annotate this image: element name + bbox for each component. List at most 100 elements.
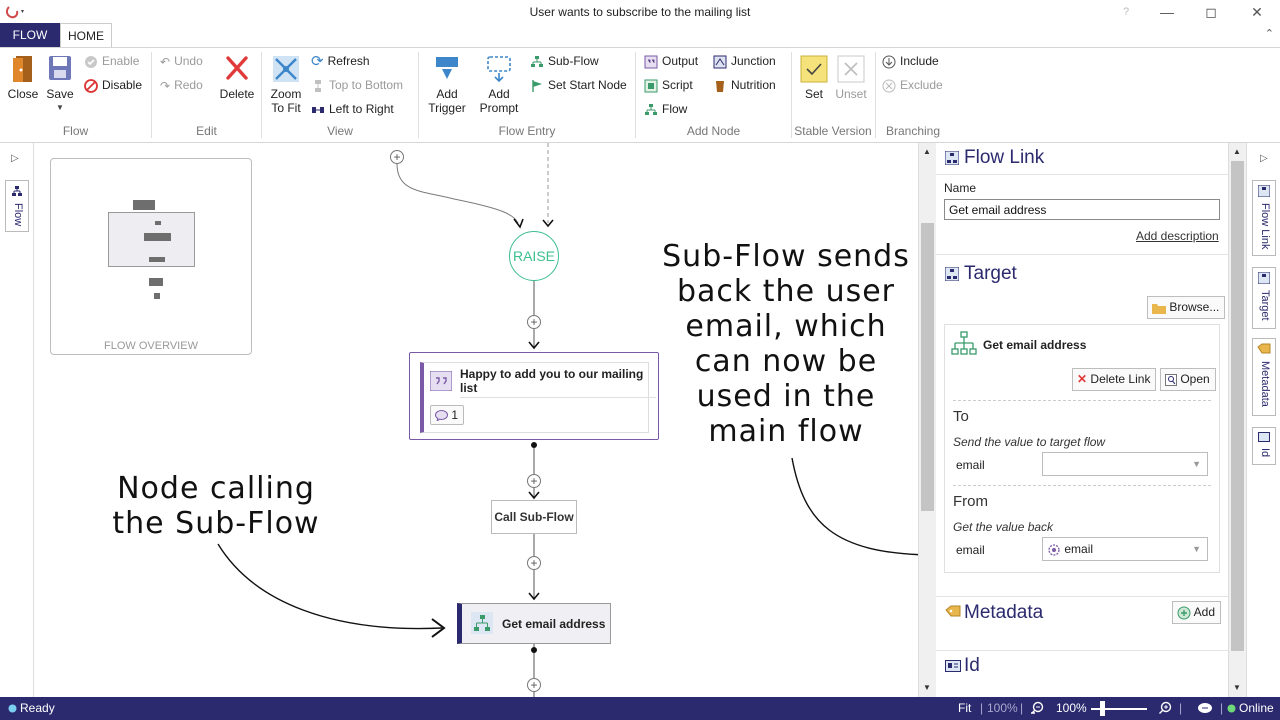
- nutrition-button[interactable]: Nutrition: [713, 76, 776, 94]
- flow-node-button[interactable]: Flow: [644, 100, 687, 118]
- scroll-thumb[interactable]: [921, 223, 934, 511]
- output-button[interactable]: Output: [644, 52, 698, 70]
- minimize-button[interactable]: —: [1158, 3, 1176, 21]
- save-label: Save: [46, 87, 74, 101]
- fit-button[interactable]: Fit: [958, 701, 971, 715]
- canvas-scrollbar[interactable]: ▲ ▼: [918, 143, 936, 697]
- to-hint: Send the value to target flow: [953, 435, 1106, 449]
- add-node-plus-icon[interactable]: +: [527, 556, 541, 570]
- delete-button[interactable]: Delete: [216, 54, 258, 101]
- right-tab-id-label: Id: [1259, 448, 1271, 458]
- browse-label: Browse...: [1169, 300, 1220, 314]
- prompt-node[interactable]: Happy to add you to our mailing list 1: [409, 352, 659, 440]
- left-tab-flow-label: Flow: [12, 203, 24, 227]
- scroll-up-icon[interactable]: ▲: [1233, 147, 1241, 156]
- tab-flow[interactable]: FLOW: [0, 23, 60, 47]
- scroll-down-icon[interactable]: ▼: [923, 683, 931, 692]
- zoom-fit-icon: [273, 56, 299, 82]
- status-ready: Ready: [20, 701, 55, 715]
- left-to-right-button[interactable]: Left to Right: [311, 100, 394, 118]
- junction-icon: [713, 55, 727, 69]
- right-tab-flow-link-label: Flow Link: [1259, 203, 1271, 250]
- add-node-plus-icon[interactable]: +: [527, 678, 541, 692]
- refresh-button[interactable]: ⟳ Refresh: [311, 52, 370, 70]
- from-value-select[interactable]: email ▼: [1042, 537, 1208, 561]
- browse-button[interactable]: Browse...: [1147, 296, 1226, 319]
- stable-version-group-label: Stable Version: [794, 124, 872, 138]
- tab-home[interactable]: HOME: [60, 23, 112, 47]
- zoom-slider-thumb[interactable]: [1100, 701, 1105, 716]
- online-dot-icon: [1227, 704, 1236, 713]
- chat-icon[interactable]: [1197, 702, 1213, 714]
- right-tab-target[interactable]: Target: [1252, 267, 1276, 329]
- enable-button[interactable]: Enable: [84, 52, 139, 70]
- expand-left-icon[interactable]: ▷: [11, 153, 19, 164]
- sub-flow-button[interactable]: Sub-Flow: [530, 52, 599, 70]
- delete-label: Delete: [219, 87, 255, 101]
- save-button[interactable]: Save ▼: [44, 54, 76, 115]
- add-prompt-button[interactable]: Add Prompt: [476, 54, 522, 115]
- close-window-button[interactable]: ✕: [1248, 3, 1266, 21]
- to-value-select[interactable]: ▼: [1042, 452, 1208, 476]
- save-dropdown-icon[interactable]: ▼: [44, 101, 76, 115]
- add-metadata-button[interactable]: Add: [1172, 601, 1222, 624]
- right-tab-metadata[interactable]: Metadata: [1252, 338, 1276, 416]
- scroll-down-icon[interactable]: ▼: [1233, 683, 1241, 692]
- add-trigger-button[interactable]: Add Trigger: [426, 54, 468, 115]
- from-field-label: email: [956, 543, 985, 557]
- flow-link-tab-icon: [1258, 185, 1270, 197]
- set-start-node-button[interactable]: Set Start Node: [530, 76, 627, 94]
- help-icon[interactable]: ?: [1117, 3, 1135, 21]
- open-button[interactable]: Open: [1160, 368, 1216, 391]
- card-divider: [953, 485, 1211, 486]
- zoom-to-fit-button[interactable]: Zoom To Fit: [266, 54, 306, 115]
- zoom-in-icon[interactable]: [1158, 701, 1172, 715]
- call-subflow-node[interactable]: Call Sub-Flow: [491, 500, 577, 534]
- open-label: Open: [1180, 372, 1210, 386]
- subflow-node[interactable]: Get email address: [457, 603, 611, 644]
- title-bar: User wants to subscribe to the mailing l…: [0, 0, 1280, 24]
- set-stable-button[interactable]: Set: [798, 54, 830, 101]
- raise-node[interactable]: RAISE: [509, 231, 559, 281]
- expand-right-icon[interactable]: ▷: [1260, 153, 1268, 164]
- add-node-plus-icon[interactable]: +: [527, 315, 541, 329]
- target-card: Get email address ✕ Delete Link Open To …: [944, 324, 1220, 573]
- left-to-right-label: Left to Right: [329, 102, 394, 116]
- unset-label: Unset: [835, 87, 867, 101]
- top-to-bottom-button[interactable]: Top to Bottom: [311, 76, 403, 94]
- zoom-out-icon[interactable]: [1030, 701, 1044, 715]
- ribbon-collapse-icon[interactable]: ⌃: [1265, 27, 1274, 40]
- close-button[interactable]: Close: [6, 54, 40, 101]
- add-node-plus-icon[interactable]: +: [390, 150, 404, 164]
- ribbon-tabs: FLOW HOME ⌃: [0, 23, 1280, 47]
- section-divider: [936, 174, 1228, 175]
- scroll-up-icon[interactable]: ▲: [923, 147, 931, 156]
- zoom-to-fit-label-1: Zoom: [270, 87, 302, 101]
- include-label: Include: [900, 54, 939, 68]
- delete-link-button[interactable]: ✕ Delete Link: [1072, 368, 1157, 391]
- right-tab-flow-link[interactable]: Flow Link: [1252, 180, 1276, 256]
- include-button[interactable]: Include: [882, 52, 939, 70]
- prompt-count-badge[interactable]: 1: [430, 405, 464, 425]
- section-divider: [936, 254, 1228, 255]
- undo-button[interactable]: ↶ Undo: [160, 52, 203, 70]
- disable-button[interactable]: Disable: [84, 76, 142, 94]
- add-node-plus-icon[interactable]: +: [527, 474, 541, 488]
- maximize-button[interactable]: ◻: [1202, 3, 1220, 21]
- script-button[interactable]: Script: [644, 76, 693, 94]
- flow-group-label: Flow: [62, 124, 89, 138]
- junction-button[interactable]: Junction: [713, 52, 776, 70]
- exclude-button[interactable]: Exclude: [882, 76, 943, 94]
- unset-stable-button[interactable]: Unset: [834, 54, 868, 101]
- left-tab-flow[interactable]: Flow: [5, 180, 29, 232]
- right-tab-id[interactable]: Id: [1252, 427, 1276, 465]
- properties-scrollbar[interactable]: ▲ ▼: [1228, 143, 1246, 697]
- refresh-label: Refresh: [327, 54, 370, 68]
- name-input[interactable]: [944, 199, 1220, 220]
- scroll-thumb[interactable]: [1231, 161, 1244, 651]
- flow-canvas[interactable]: FLOW OVERVIEW + + + + + RAISE Happy to a…: [34, 143, 918, 697]
- refresh-icon: ⟳: [311, 52, 324, 70]
- add-description-link[interactable]: Add description: [1136, 229, 1219, 243]
- redo-button[interactable]: ↷ Redo: [160, 76, 203, 94]
- junction-label: Junction: [731, 54, 776, 68]
